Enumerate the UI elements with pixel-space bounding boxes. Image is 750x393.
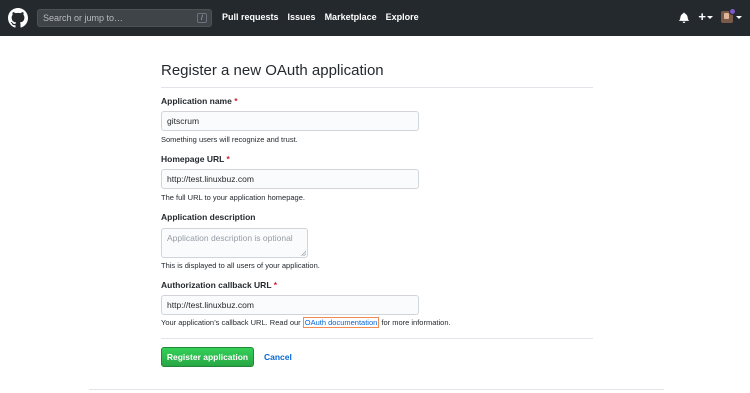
page-title: Register a new OAuth application bbox=[161, 62, 593, 88]
app-name-label-text: Application name bbox=[161, 96, 232, 106]
main-content: Register a new OAuth application bbox=[161, 62, 594, 88]
register-application-button[interactable]: Register application bbox=[161, 347, 254, 367]
oauth-documentation-link[interactable]: OAuth documentation bbox=[302, 317, 380, 328]
nav-marketplace[interactable]: Marketplace bbox=[325, 12, 377, 22]
nav-issues[interactable]: Issues bbox=[288, 12, 316, 22]
user-avatar[interactable] bbox=[721, 8, 736, 23]
nav-pull-requests[interactable]: Pull requests bbox=[222, 12, 279, 22]
search-input[interactable]: Search or jump to… / bbox=[37, 9, 212, 27]
search-placeholder[interactable]: Search or jump to… bbox=[43, 13, 197, 23]
top-header: Search or jump to… / Pull requests Issue… bbox=[0, 0, 750, 36]
description-note: This is displayed to all users of your a… bbox=[161, 261, 320, 270]
create-dropdown-caret-icon[interactable] bbox=[707, 16, 713, 19]
description-label: Application description bbox=[161, 212, 255, 222]
callback-note-after: for more information. bbox=[379, 318, 451, 327]
homepage-label-text: Homepage URL bbox=[161, 154, 225, 164]
callback-label: Authorization callback URL * bbox=[161, 280, 277, 290]
footer-divider bbox=[89, 389, 664, 390]
description-label-text: Application description bbox=[161, 212, 256, 222]
create-new-plus-icon[interactable]: + bbox=[698, 10, 706, 23]
notifications-bell-icon[interactable] bbox=[679, 12, 690, 23]
homepage-url-input[interactable] bbox=[161, 169, 419, 189]
callback-url-input[interactable] bbox=[161, 295, 419, 315]
callback-note: Your application’s callback URL. Read ou… bbox=[161, 317, 451, 328]
form-divider bbox=[161, 338, 593, 339]
callback-note-before: Your application’s callback URL. Read ou… bbox=[161, 318, 303, 327]
search-shortcut-key: / bbox=[197, 13, 207, 23]
homepage-label: Homepage URL * bbox=[161, 154, 230, 164]
required-mark: * bbox=[226, 154, 230, 164]
required-mark: * bbox=[234, 96, 238, 106]
app-name-note: Something users will recognize and trust… bbox=[161, 135, 298, 144]
main-nav: Pull requests Issues Marketplace Explore bbox=[222, 12, 428, 22]
avatar-dropdown-caret-icon[interactable] bbox=[736, 16, 742, 19]
callback-label-text: Authorization callback URL bbox=[161, 280, 272, 290]
description-textarea[interactable]: Application description is optional bbox=[161, 228, 308, 258]
cancel-link[interactable]: Cancel bbox=[264, 352, 292, 362]
required-mark: * bbox=[273, 280, 278, 290]
homepage-note: The full URL to your application homepag… bbox=[161, 193, 305, 202]
status-dot-icon bbox=[729, 8, 736, 15]
header-actions: + bbox=[679, 8, 742, 23]
description-placeholder: Application description is optional bbox=[167, 233, 293, 243]
nav-explore[interactable]: Explore bbox=[386, 12, 419, 22]
avatar-face bbox=[724, 13, 729, 19]
app-name-input[interactable] bbox=[161, 111, 419, 131]
app-name-label: Application name * bbox=[161, 96, 238, 106]
github-logo-icon[interactable] bbox=[8, 8, 28, 28]
resize-handle-icon[interactable] bbox=[301, 251, 306, 256]
